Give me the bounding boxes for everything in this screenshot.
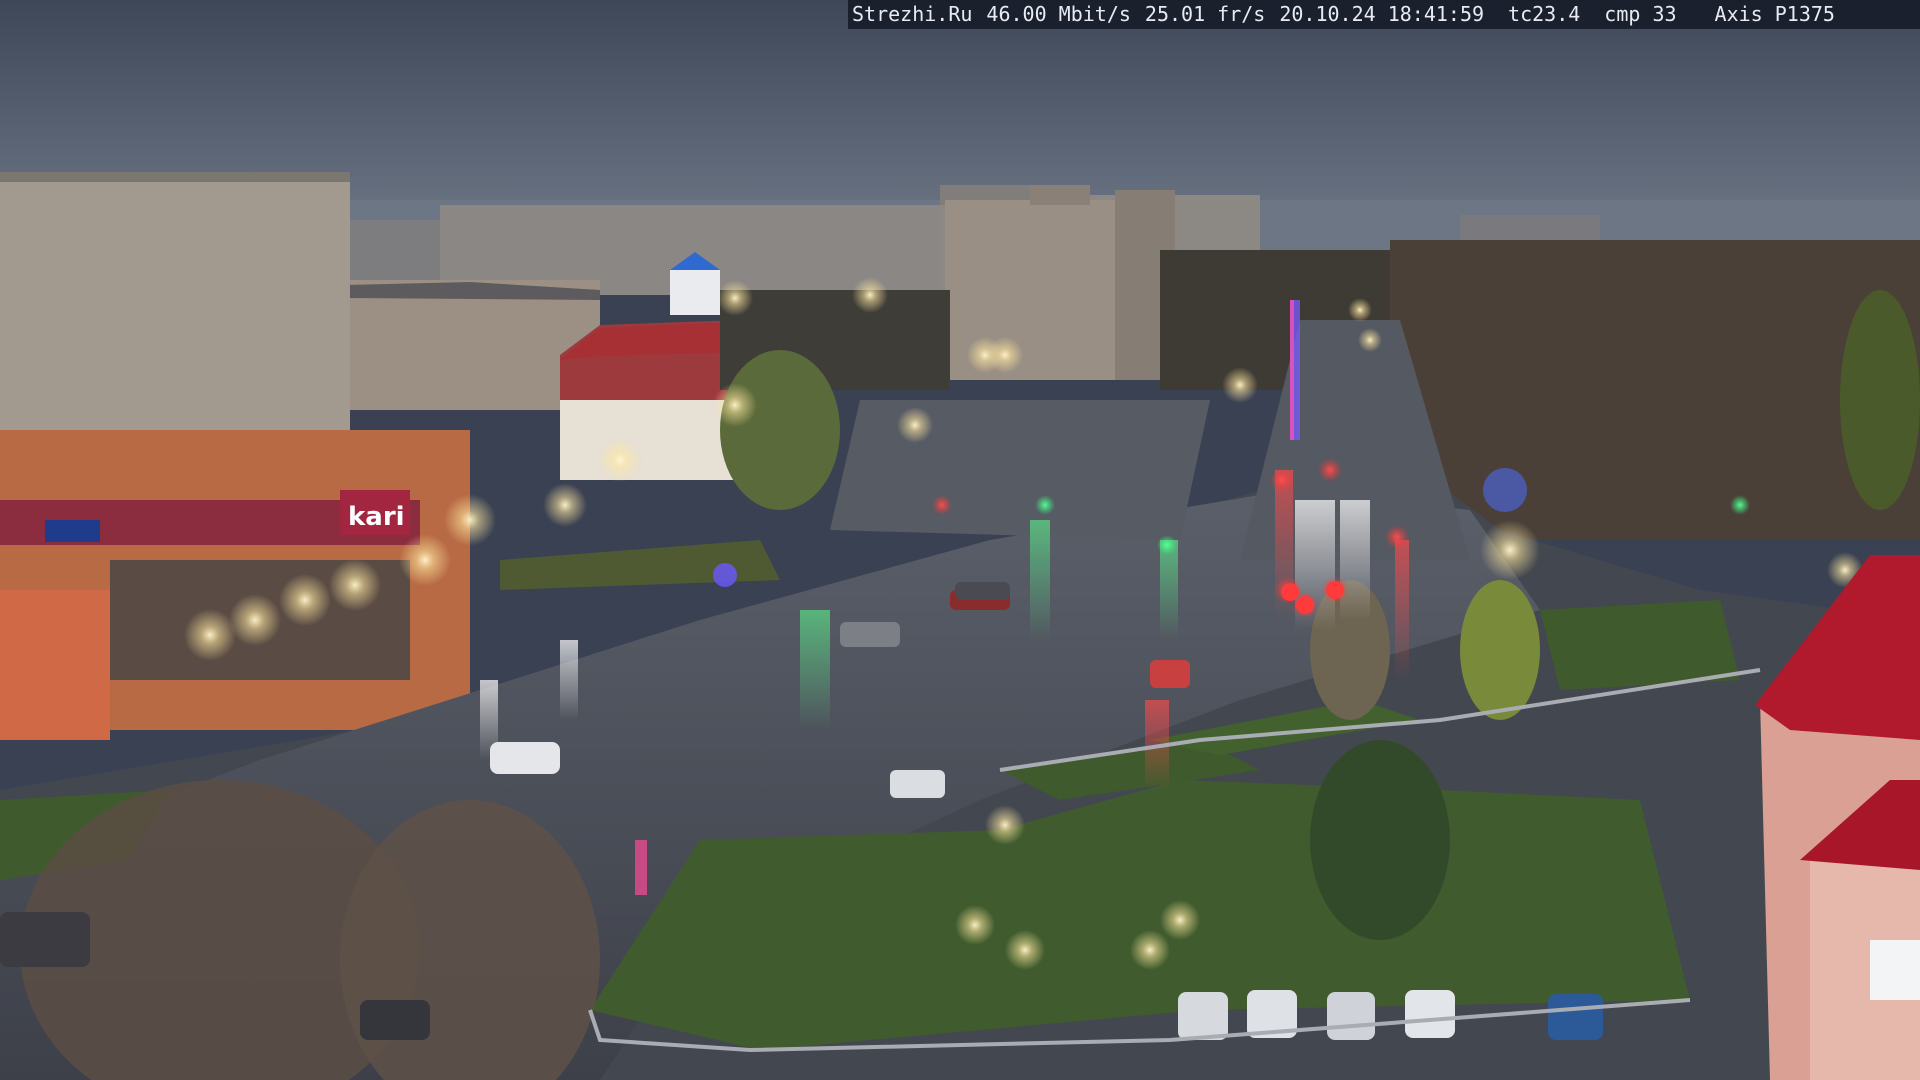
webcam-frame: kari Strezhi.Ru 46.00 Mbit/s 25.01 fr/s … xyxy=(0,0,1920,1080)
osd-datetime: 20.10.24 18:41:59 xyxy=(1279,2,1485,26)
camera-status-overlay: Strezhi.Ru 46.00 Mbit/s 25.01 fr/s 20.10… xyxy=(848,0,1920,29)
osd-cmp: cmp 33 xyxy=(1604,2,1677,26)
osd-bitrate: 46.00 Mbit/s xyxy=(986,2,1131,26)
osd-camera-model: Axis P1375 xyxy=(1714,2,1835,26)
osd-tc: tc23.4 xyxy=(1508,2,1581,26)
street-scene: kari xyxy=(0,0,1920,1080)
store-sign: kari xyxy=(348,502,405,532)
kari-store-building: kari xyxy=(0,430,470,740)
osd-framerate: 25.01 fr/s xyxy=(1144,2,1266,26)
osd-site: Strezhi.Ru xyxy=(852,2,973,26)
